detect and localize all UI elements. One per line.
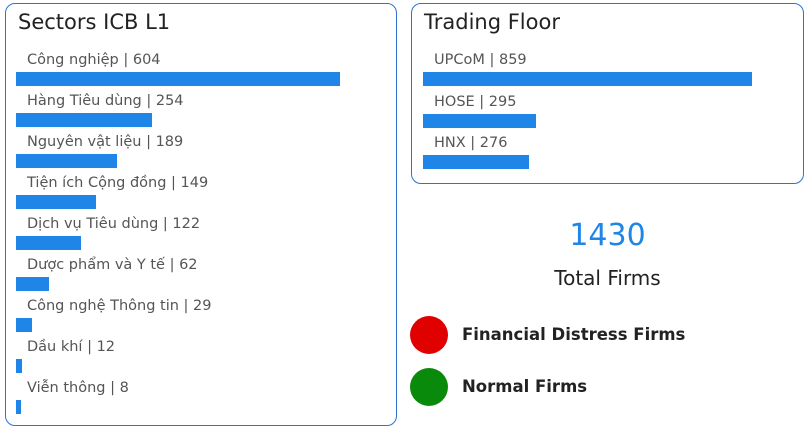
bar-label: Công nghệ Thông tin | 29: [27, 298, 212, 314]
bar-label: Dịch vụ Tiêu dùng | 122: [27, 216, 201, 232]
bar[interactable]: [16, 236, 82, 250]
green-circle-icon: [410, 368, 448, 406]
bar-label: HNX | 276: [434, 135, 508, 151]
bar-label: HOSE | 295: [434, 93, 517, 110]
bar-label: Hàng Tiêu dùng | 254: [27, 93, 184, 109]
bar[interactable]: [423, 113, 536, 128]
bar[interactable]: [16, 113, 153, 127]
bar[interactable]: [16, 359, 23, 373]
trading-floor-bar-chart: UPCoM | 859 HOSE | 295 HNX | 276: [412, 4, 803, 183]
bar[interactable]: [16, 154, 118, 168]
bar-label: Viễn thông | 8: [27, 380, 129, 396]
bar-label: Dược phẩm và Y tế | 62: [27, 257, 198, 273]
bar[interactable]: [16, 318, 32, 332]
bar-label: Tiện ích Cộng đồng | 149: [27, 175, 209, 191]
bar[interactable]: [16, 195, 96, 209]
bar[interactable]: [16, 277, 50, 291]
legend-label: Financial Distress Firms: [462, 325, 686, 344]
trading-floor-panel: Trading Floor UPCoM | 859 HOSE | 295 HNX |…: [411, 3, 804, 184]
bar[interactable]: [423, 72, 752, 86]
red-circle-icon: [410, 316, 448, 354]
total-firms-label: Total Firms: [554, 266, 661, 290]
bar[interactable]: [16, 400, 21, 414]
total-firms-value: 1430: [569, 218, 646, 253]
bar[interactable]: [423, 155, 529, 169]
bar-label: Công nghiệp | 604: [27, 52, 161, 68]
legend-label: Normal Firms: [462, 377, 588, 396]
bar-label: Dầu khí | 12: [27, 339, 116, 355]
bar[interactable]: [16, 72, 340, 86]
sectors-bar-chart: Công nghiệp | 604 Hàng Tiêu dùng | 254 Ngu…: [6, 4, 396, 425]
bar-label: UPCoM | 859: [434, 52, 527, 68]
bar-label: Nguyên vật liệu | 189: [27, 134, 184, 150]
sectors-panel: Sectors ICB L1 Công nghiệp | 604 Hàng Tiê…: [5, 3, 397, 426]
